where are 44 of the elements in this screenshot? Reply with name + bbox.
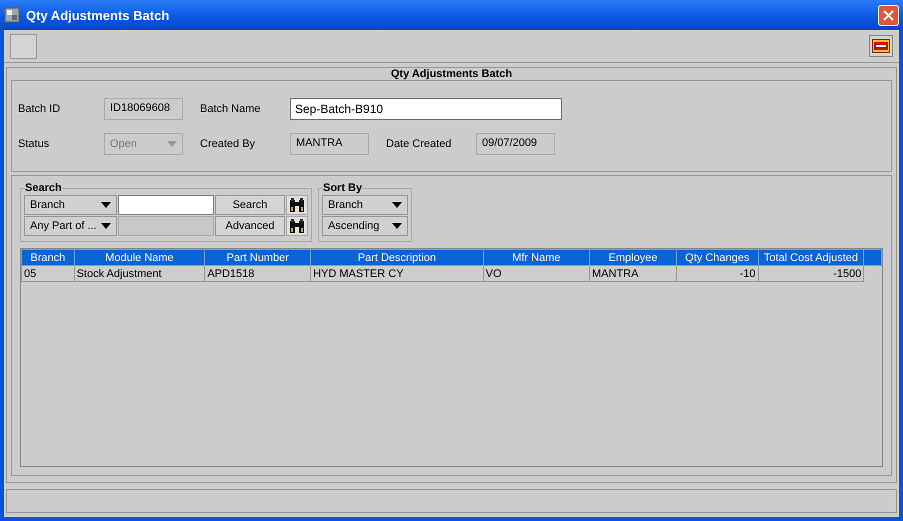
field-label: Batch ID bbox=[18, 102, 62, 114]
close-button[interactable] bbox=[878, 4, 899, 26]
column-header[interactable]: Employee bbox=[590, 250, 676, 266]
table-cell: MANTRA bbox=[590, 266, 676, 282]
close-icon bbox=[883, 10, 894, 20]
column-header[interactable]: Mfr Name bbox=[483, 250, 590, 266]
exit-icon bbox=[872, 39, 890, 53]
search-button[interactable]: Search bbox=[215, 195, 285, 215]
readonly-field: MANTRA bbox=[290, 132, 369, 154]
readonly-field: ID18069608 bbox=[104, 98, 183, 120]
dropdown[interactable]: Any Part of ... bbox=[24, 216, 117, 236]
dropdown[interactable]: Branch bbox=[24, 195, 117, 215]
panel-title: Qty Adjustments Batch bbox=[390, 68, 514, 80]
advanced-button[interactable]: Advanced bbox=[215, 216, 285, 236]
binoculars-icon[interactable] bbox=[289, 197, 305, 213]
column-header[interactable]: Total Cost Adjusted bbox=[758, 250, 864, 266]
table-cell: -1500 bbox=[758, 266, 864, 282]
dropdown[interactable]: Branch bbox=[322, 195, 408, 215]
field-label: Status bbox=[18, 138, 50, 150]
search-field[interactable] bbox=[118, 195, 214, 215]
table-cell: APD1518 bbox=[204, 266, 311, 282]
table-cell: -10 bbox=[676, 266, 758, 282]
dropdown: Open bbox=[104, 132, 183, 154]
group-title: Sort By bbox=[323, 182, 362, 194]
table-cell: HYD MASTER CY bbox=[310, 266, 484, 282]
column-header[interactable]: Module Name bbox=[74, 250, 205, 266]
field-label: Date Created bbox=[386, 138, 452, 150]
field-label: Batch Name bbox=[200, 102, 262, 114]
field-label: Created By bbox=[200, 138, 256, 150]
group-title: Search bbox=[25, 182, 62, 194]
app-icon bbox=[4, 7, 20, 23]
column-header[interactable]: Branch bbox=[22, 250, 74, 266]
table-cell: 05 bbox=[22, 266, 74, 282]
table-cell: Stock Adjustment bbox=[74, 266, 205, 282]
readonly-field: 09/07/2009 bbox=[476, 132, 555, 154]
dropdown[interactable]: Ascending bbox=[322, 216, 408, 236]
exit-button[interactable] bbox=[869, 35, 893, 57]
table-cell: VO bbox=[483, 266, 590, 282]
text-field[interactable]: Sep-Batch-B910 bbox=[290, 98, 562, 120]
binoculars-icon[interactable] bbox=[289, 218, 305, 234]
column-header[interactable]: Part Description bbox=[310, 250, 484, 266]
window-title: Qty Adjustments Batch bbox=[26, 8, 170, 22]
column-header[interactable]: Part Number bbox=[204, 250, 311, 266]
column-header[interactable]: Qty Changes bbox=[676, 250, 758, 266]
